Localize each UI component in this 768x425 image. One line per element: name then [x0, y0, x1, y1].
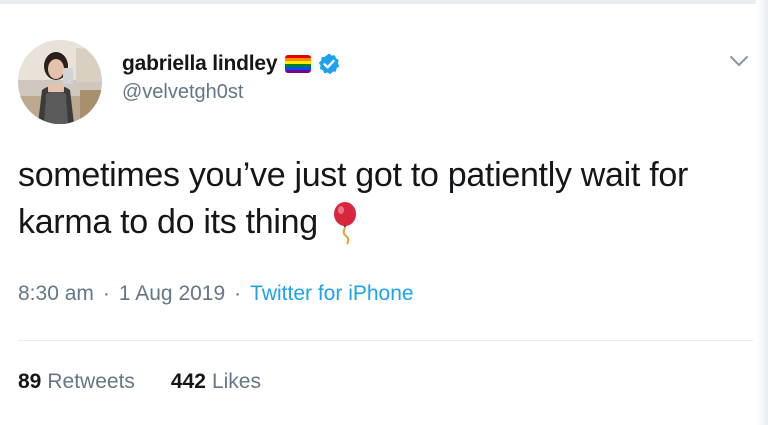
retweets-count: 89: [18, 370, 42, 393]
verified-badge-icon: [317, 52, 341, 76]
handle[interactable]: @velvetgh0st: [122, 81, 341, 104]
retweets-label: Retweets: [47, 370, 135, 393]
name-row: gabriella lindley: [122, 50, 341, 78]
display-name[interactable]: gabriella lindley: [122, 52, 278, 76]
tweet-time[interactable]: 8:30 am: [18, 282, 94, 306]
tweet-source-link[interactable]: Twitter for iPhone: [250, 282, 413, 306]
likes-label: Likes: [211, 370, 261, 393]
avatar-photo: [18, 40, 102, 124]
likes-stat[interactable]: 442 Likes: [171, 370, 261, 394]
meta-separator: ·: [102, 282, 110, 305]
tweet-date[interactable]: 1 Aug 2019: [119, 282, 225, 306]
author-block: gabriella lindley @velvetgh0st: [122, 50, 341, 104]
meta-separator: ·: [234, 282, 242, 305]
tweet-stats: 89 Retweets 442 Likes: [18, 370, 261, 394]
retweets-stat[interactable]: 89 Retweets: [18, 370, 135, 394]
page-edge-shadow: [756, 0, 768, 425]
rainbow-flag-icon: [285, 55, 312, 73]
likes-count: 442: [170, 370, 206, 393]
chevron-down-icon[interactable]: [728, 52, 750, 70]
top-divider: [0, 0, 768, 4]
balloon-icon: [330, 201, 360, 245]
tweet-meta: 8:30 am · 1 Aug 2019 · Twitter for iPhon…: [18, 282, 414, 306]
stats-divider: [18, 340, 753, 341]
avatar[interactable]: [18, 40, 102, 124]
tweet-text: sometimes you’ve just got to patiently w…: [18, 152, 718, 246]
